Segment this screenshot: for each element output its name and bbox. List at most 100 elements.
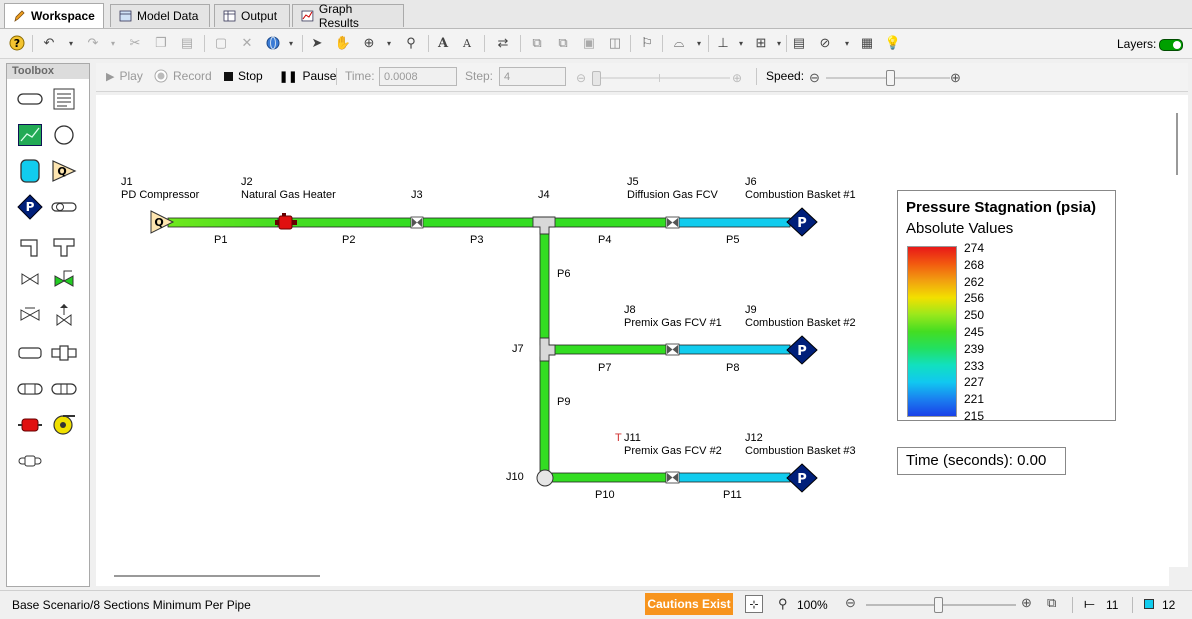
pipe-p11[interactable] xyxy=(677,472,791,483)
step-slider[interactable] xyxy=(592,71,730,86)
junction-j11-fcv[interactable] xyxy=(665,471,680,484)
help-icon[interactable]: ? xyxy=(8,34,26,52)
cut-icon[interactable]: ✂ xyxy=(126,34,144,52)
assigned-pressure-tool-icon[interactable]: P xyxy=(17,194,43,220)
distribute-icon[interactable]: ⊞ xyxy=(752,34,770,52)
redo-dropdown-icon[interactable]: ▾ xyxy=(104,34,122,52)
zoom-in-icon[interactable]: ⊕ xyxy=(1021,595,1032,611)
relief-tool-icon[interactable] xyxy=(51,302,77,328)
general-component-tool-icon[interactable] xyxy=(17,448,43,474)
pipe-p5[interactable] xyxy=(677,217,791,228)
decrease-font-icon[interactable]: A xyxy=(458,34,476,52)
branch-tool-icon[interactable] xyxy=(51,122,77,148)
find-binoculars-icon[interactable]: ⚲ xyxy=(402,34,420,52)
special-condition-icon[interactable]: ⚐ xyxy=(638,34,656,52)
time-input[interactable] xyxy=(379,67,457,86)
pipe-drawing-dropdown-icon[interactable]: ▾ xyxy=(690,34,708,52)
redo-icon[interactable]: ↷ xyxy=(84,34,102,52)
pause-button[interactable]: ❚❚ Pause xyxy=(279,69,336,83)
junction-j1-compressor[interactable]: Q xyxy=(150,210,175,234)
record-button[interactable]: Record xyxy=(154,69,212,83)
horizontal-scroll-thumb[interactable] xyxy=(114,575,320,577)
pan-hand-icon[interactable]: ✋ xyxy=(334,34,352,52)
screen-tool-icon[interactable] xyxy=(51,376,77,402)
pipe-p1[interactable] xyxy=(167,217,279,228)
pipe-tool-icon[interactable] xyxy=(17,86,43,112)
lock-icon[interactable]: ▣ xyxy=(580,34,598,52)
step-input[interactable] xyxy=(499,67,566,86)
compressor-tool-icon[interactable]: Q xyxy=(51,158,77,184)
junction-j10-branch[interactable] xyxy=(536,469,554,487)
no-symbol-icon[interactable]: ⊘ xyxy=(816,34,834,52)
junction-j9-assigned-pressure[interactable]: P xyxy=(786,335,818,365)
junction-j3-valve[interactable] xyxy=(410,216,424,229)
copy-icon[interactable]: ❐ xyxy=(152,34,170,52)
zoom-dropdown-icon[interactable]: ▾ xyxy=(380,34,398,52)
stop-button[interactable]: Stop xyxy=(224,69,263,83)
bring-front-icon[interactable]: ⧉ xyxy=(528,34,546,52)
no-symbol-dropdown-icon[interactable]: ▾ xyxy=(838,34,856,52)
group-icon[interactable]: ◫ xyxy=(606,34,624,52)
relief-valve-tool-icon[interactable] xyxy=(51,194,77,220)
pipe-p3[interactable] xyxy=(421,217,535,228)
reverse-direction-icon[interactable]: ⇄ xyxy=(494,34,512,52)
pump-tool-icon[interactable] xyxy=(51,412,77,438)
zoom-out-icon[interactable]: ⊖ xyxy=(845,595,856,611)
pipe-drawing-icon[interactable]: ⌓ xyxy=(670,34,688,52)
tab-model-data[interactable]: Model Data xyxy=(110,4,210,27)
heat-exchanger-tool-icon[interactable] xyxy=(17,376,43,402)
vertical-scroll-thumb[interactable] xyxy=(1176,113,1178,175)
globe-icon[interactable] xyxy=(264,34,282,52)
tab-workspace[interactable]: Workspace xyxy=(4,3,104,28)
valve-tool-icon[interactable] xyxy=(17,266,43,292)
pipe-p10[interactable] xyxy=(551,472,667,483)
pipe-p4[interactable] xyxy=(553,217,667,228)
speed-slider[interactable] xyxy=(826,70,950,86)
junction-j7-tee[interactable] xyxy=(539,337,556,362)
layers-toggle[interactable] xyxy=(1159,39,1183,51)
junction-j4-tee[interactable] xyxy=(532,216,556,235)
align-dropdown-icon[interactable]: ▾ xyxy=(732,34,750,52)
zoom-slider[interactable] xyxy=(866,597,1016,613)
speed-minus-icon[interactable]: ⊖ xyxy=(809,70,820,86)
step-slider-minus-icon[interactable]: ⊖ xyxy=(576,71,586,85)
lightbulb-icon[interactable]: 💡 xyxy=(884,34,902,52)
orifice-tool-icon[interactable] xyxy=(51,340,77,366)
horizontal-scrollbar[interactable] xyxy=(96,567,1169,586)
pipe-p2[interactable] xyxy=(291,217,415,228)
layout-icon[interactable]: ⧉ xyxy=(1047,595,1056,611)
undo-dropdown-icon[interactable]: ▾ xyxy=(62,34,80,52)
undo-icon[interactable]: ↶ xyxy=(40,34,58,52)
speed-plus-icon[interactable]: ⊕ xyxy=(950,70,961,86)
pipe-p9[interactable] xyxy=(539,356,550,472)
time-display[interactable]: Time (seconds): 0.00 xyxy=(897,447,1066,475)
align-icon[interactable]: ⊥ xyxy=(714,34,732,52)
control-valve-tool-icon[interactable] xyxy=(17,302,43,328)
tee-tool-icon[interactable] xyxy=(51,234,77,260)
color-legend[interactable]: Pressure Stagnation (psia) Absolute Valu… xyxy=(897,190,1116,423)
delete-icon[interactable]: ✕ xyxy=(238,34,256,52)
cautions-button[interactable]: Cautions Exist xyxy=(645,593,733,615)
paste-icon[interactable]: ▤ xyxy=(178,34,196,52)
annotation-icon[interactable]: ▤ xyxy=(790,34,808,52)
pipe-p8[interactable] xyxy=(677,344,791,355)
send-back-icon[interactable]: ⧉ xyxy=(554,34,572,52)
tab-output[interactable]: Output xyxy=(214,4,290,27)
properties-icon[interactable]: ▦ xyxy=(858,34,876,52)
select-arrow-icon[interactable]: ➤ xyxy=(308,34,326,52)
heater-tool-icon[interactable] xyxy=(17,412,43,438)
annotation-tool-icon[interactable] xyxy=(51,86,77,112)
check-valve-tool-icon[interactable] xyxy=(51,266,77,292)
bend-tool-icon[interactable] xyxy=(17,234,43,260)
junction-j8-fcv[interactable] xyxy=(665,343,680,356)
duplicate-icon[interactable]: ▢ xyxy=(212,34,230,52)
pipe-p7[interactable] xyxy=(553,344,667,355)
zoom-magnifier-icon[interactable]: ⚲ xyxy=(778,596,788,612)
reservoir-tool-icon[interactable] xyxy=(17,158,43,184)
globe-dropdown-icon[interactable]: ▾ xyxy=(282,34,300,52)
area-change-tool-icon[interactable] xyxy=(17,340,43,366)
step-slider-plus-icon[interactable]: ⊕ xyxy=(732,71,742,85)
vertical-scrollbar[interactable] xyxy=(1169,95,1188,567)
junction-j5-fcv[interactable] xyxy=(665,216,680,229)
junction-j6-assigned-pressure[interactable]: P xyxy=(786,207,818,237)
